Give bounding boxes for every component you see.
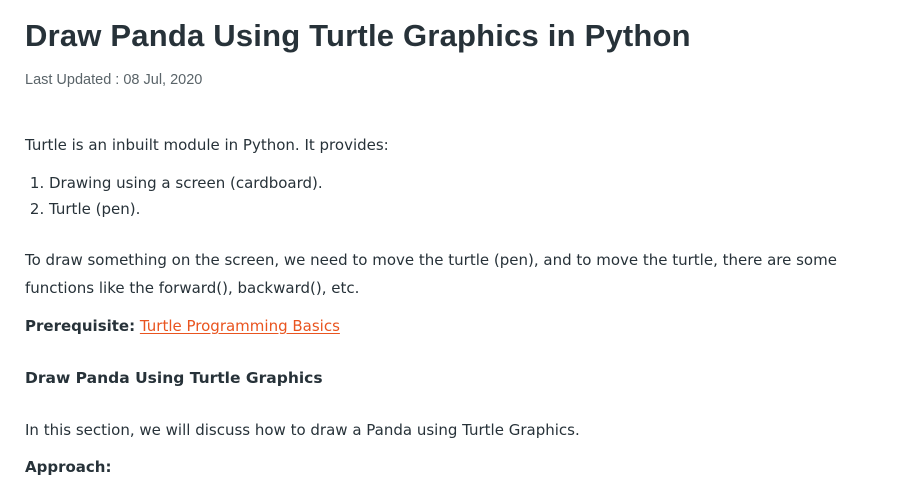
article-title: Draw Panda Using Turtle Graphics in Pyth… bbox=[25, 18, 691, 53]
section-intro-paragraph: In this section, we will discuss how to … bbox=[25, 421, 580, 439]
prerequisite-line: Prerequisite: Turtle Programming Basics bbox=[25, 312, 340, 340]
list-item: Drawing using a screen (cardboard). bbox=[49, 170, 323, 196]
approach-label: Approach: bbox=[25, 458, 112, 476]
prerequisite-label: Prerequisite: bbox=[25, 317, 136, 335]
list-item: Turtle (pen). bbox=[49, 196, 323, 222]
move-turtle-paragraph: To draw something on the screen, we need… bbox=[25, 251, 837, 297]
intro-paragraph: Turtle is an inbuilt module in Python. I… bbox=[25, 136, 389, 154]
section-heading: Draw Panda Using Turtle Graphics bbox=[25, 369, 323, 387]
last-updated: Last Updated : 08 Jul, 2020 bbox=[25, 72, 203, 88]
prerequisite-link[interactable]: Turtle Programming Basics bbox=[140, 317, 340, 335]
provides-list: Drawing using a screen (cardboard). Turt… bbox=[25, 170, 323, 222]
